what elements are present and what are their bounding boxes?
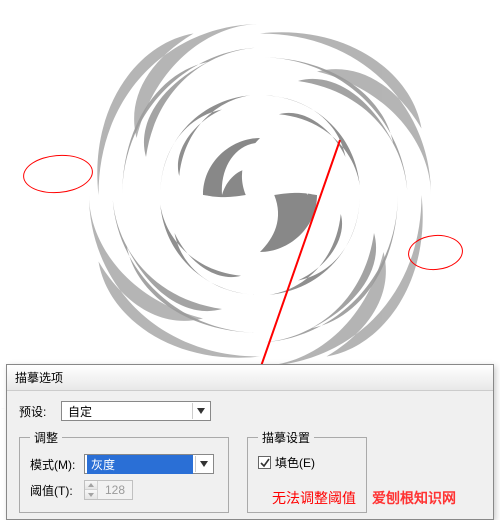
mode-row: 模式(M): 灰度 (30, 454, 218, 474)
fill-label: 填色(E) (275, 454, 315, 471)
canvas-area[interactable] (0, 0, 500, 408)
threshold-label: 阈值(T): (30, 482, 84, 499)
swirl-logo-artwork (70, 5, 450, 385)
mode-dropdown[interactable]: 灰度 (84, 454, 214, 474)
chevron-down-icon (192, 403, 208, 419)
annotation-cannot-adjust: 无法调整阈值 (272, 488, 356, 508)
dialog-titlebar[interactable]: 描摹选项 (7, 365, 493, 391)
spinner-up-icon (85, 481, 97, 490)
threshold-input (98, 483, 132, 497)
fill-checkbox[interactable] (258, 456, 271, 469)
threshold-spinner (84, 480, 133, 500)
mode-label: 模式(M): (30, 456, 84, 473)
preset-dropdown[interactable]: 自定 (61, 401, 211, 421)
spinner-down-icon (85, 490, 97, 499)
preset-label: 预设: (19, 403, 61, 420)
adjust-fieldset: 调整 模式(M): 灰度 阈值(T): (19, 429, 229, 513)
preset-value: 自定 (68, 403, 192, 420)
chevron-down-icon (195, 456, 211, 472)
threshold-row: 阈值(T): (30, 480, 218, 500)
dialog-title-text: 描摹选项 (15, 371, 63, 385)
fill-checkbox-row[interactable]: 填色(E) (258, 454, 356, 471)
preset-row: 预设: 自定 (19, 401, 481, 421)
adjust-legend: 调整 (30, 429, 62, 446)
mode-value: 灰度 (87, 455, 193, 474)
trace-settings-legend: 描摹设置 (258, 429, 314, 446)
checkmark-icon (260, 458, 270, 468)
watermark-text: 爱刨根知识网 (372, 488, 456, 508)
